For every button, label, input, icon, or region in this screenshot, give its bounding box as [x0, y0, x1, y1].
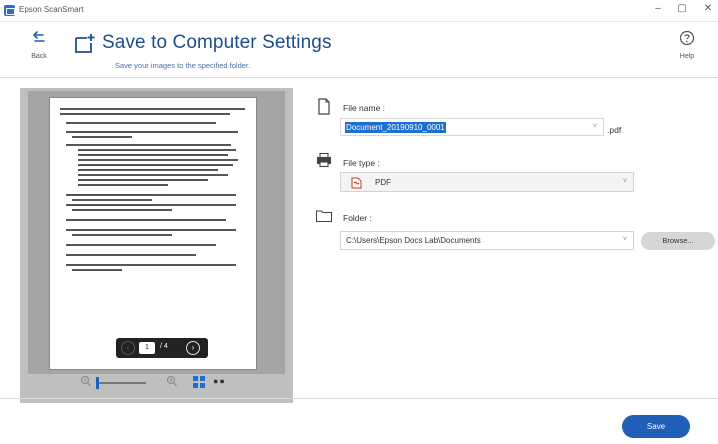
page-header: Back Save to Computer Settings Save your… [0, 22, 718, 78]
previous-page-button[interactable]: ‹ [121, 341, 135, 355]
page-title: Save to Computer Settings [102, 32, 332, 53]
text-line [78, 179, 208, 181]
file-type-select[interactable]: PDF ˅ [340, 172, 634, 192]
text-line [66, 229, 236, 231]
total-pages: / 4 [160, 343, 168, 350]
zoom-toolbar: ●● [80, 375, 280, 391]
text-line [72, 234, 172, 236]
app-title: Epson ScanSmart [19, 5, 84, 14]
zoom-slider-track[interactable] [96, 382, 146, 384]
text-line [66, 264, 236, 266]
document-icon [318, 98, 330, 115]
chevron-down-icon: ˅ [622, 236, 627, 243]
zoom-slider-handle[interactable] [96, 377, 99, 389]
text-line [72, 209, 172, 211]
text-line [66, 254, 196, 256]
browse-button[interactable]: Browse... [641, 232, 715, 250]
text-line [72, 199, 152, 201]
text-line [78, 159, 238, 161]
folder-label: Folder : [343, 213, 372, 223]
next-page-button[interactable]: › [186, 341, 200, 355]
text-line [72, 269, 122, 271]
text-line [78, 174, 228, 176]
file-name-input[interactable]: Document_20190910_0001 ˅ [340, 118, 604, 136]
zoom-out-icon[interactable] [80, 375, 92, 389]
file-extension: .pdf [607, 125, 622, 135]
text-line [78, 149, 236, 151]
file-type-value: PDF [375, 178, 391, 187]
close-button[interactable]: ✕ [701, 3, 715, 14]
text-line [66, 204, 236, 206]
text-line [66, 131, 238, 133]
epson-scansmart-app-icon [4, 5, 15, 16]
printer-icon [316, 152, 332, 168]
text-line [78, 169, 218, 171]
text-line [66, 144, 231, 146]
document-page-thumbnail[interactable] [49, 97, 257, 370]
save-to-computer-icon [75, 34, 95, 53]
chevron-down-icon: ˅ [592, 123, 597, 130]
current-page-input[interactable]: 1 [139, 342, 155, 354]
more-options-icon[interactable]: ●● [213, 376, 226, 386]
text-line [72, 136, 132, 138]
help-label: Help [679, 53, 695, 60]
text-line [66, 244, 216, 246]
text-line [66, 122, 216, 124]
text-line [66, 219, 226, 221]
folder-path-value: C:\Users\Epson Docs Lab\Documents [346, 236, 481, 245]
text-line [78, 184, 168, 186]
text-line [78, 154, 228, 156]
save-button[interactable]: Save [622, 415, 690, 438]
back-arrow-icon [33, 31, 45, 42]
file-name-label: File name : [343, 103, 386, 113]
text-line [60, 108, 245, 110]
page-navigator: ‹ 1 / 4 › [116, 338, 208, 358]
thumbnail-view-icon[interactable] [193, 376, 205, 388]
folder-select[interactable]: C:\Users\Epson Docs Lab\Documents ˅ [340, 231, 634, 250]
footer-bar: Save [0, 398, 718, 444]
help-button[interactable]: Help [672, 30, 702, 70]
back-button[interactable]: Back [24, 30, 54, 70]
text-line [78, 164, 233, 166]
pdf-icon [351, 177, 362, 189]
text-line [60, 113, 230, 115]
folder-icon [315, 210, 333, 223]
help-icon [679, 30, 695, 46]
zoom-in-icon[interactable] [166, 375, 178, 389]
page-subtitle: Save your images to the specified folder… [115, 61, 251, 70]
file-type-label: File type : [343, 158, 380, 168]
text-line [66, 194, 236, 196]
title-bar: Epson ScanSmart – ▢ ✕ [0, 0, 718, 22]
minimize-button[interactable]: – [651, 3, 665, 14]
maximize-button[interactable]: ▢ [675, 3, 689, 14]
back-label: Back [31, 53, 47, 60]
file-name-value: Document_20190910_0001 [345, 122, 446, 133]
chevron-down-icon: ˅ [622, 178, 627, 185]
